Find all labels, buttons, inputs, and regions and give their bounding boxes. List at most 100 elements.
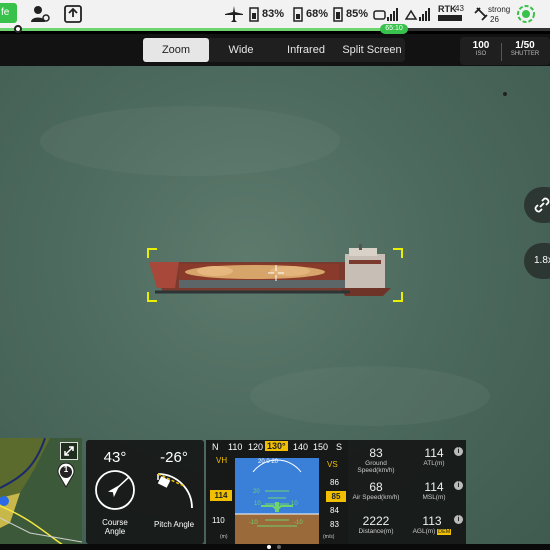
course-angle-label: Course Angle: [102, 518, 128, 536]
tab-wide[interactable]: Wide: [209, 38, 273, 62]
exposure-settings[interactable]: 100 ISO 1/50 SHUTTER: [460, 37, 550, 65]
agl-cell: 113 AGL(m) DEM: [404, 514, 460, 535]
dem-badge: DEM: [437, 529, 452, 535]
atl-info-icon[interactable]: i: [454, 447, 463, 456]
target-box-corner: [393, 248, 403, 258]
map-expand-button[interactable]: [60, 442, 78, 460]
heading-tick-label: N: [212, 442, 219, 452]
water-reflection: [40, 106, 340, 176]
vh-scale-label: 110: [212, 516, 225, 525]
flight-data-panel: 83 Ground Speed(km/h) 114 ATL(m) i 68 Ai…: [348, 440, 466, 544]
heading-tape: N 110 120 130° 140 150 S: [206, 440, 348, 454]
iso-label: ISO: [475, 51, 487, 57]
progress-start-marker: [14, 25, 22, 33]
flight-time: 65:10: [380, 24, 408, 34]
signal-strength-label: strong: [488, 5, 511, 14]
satellite-count: 26: [490, 15, 499, 24]
agl-info-icon[interactable]: i: [454, 515, 463, 524]
pitch-angle-dial-icon: [157, 473, 193, 509]
distance-label: Distance(m): [358, 528, 394, 535]
vs-scale-label: 84: [330, 506, 339, 515]
vs-unit: (m/s): [323, 534, 335, 540]
video-link-signal-icon: [405, 8, 430, 21]
heading-tick-label: 120: [248, 442, 264, 452]
vh-label: VH: [216, 456, 228, 465]
battery-2-percent: 68%: [306, 8, 329, 20]
crosshair-icon: [268, 265, 284, 281]
pitch-angle-label: Pitch Angle: [153, 520, 195, 529]
battery-1-icon: [249, 7, 259, 22]
attitude-indicator: [235, 458, 319, 544]
primary-flight-display: N 110 120 130° 140 150 S VH VS 20 0 20 2…: [206, 440, 348, 544]
shutter-setting[interactable]: 1/50 SHUTTER: [508, 40, 542, 57]
page-dot-active[interactable]: [267, 545, 271, 549]
ladder-label: -10: [294, 520, 303, 526]
tab-zoom[interactable]: Zoom: [143, 38, 209, 62]
page-dot[interactable]: [277, 545, 281, 549]
pitch-angle-value: -26°: [160, 449, 188, 466]
target-box-corner: [393, 292, 403, 302]
tab-split-screen[interactable]: Split Screen: [339, 38, 405, 62]
waypoint-marker-icon[interactable]: 1: [56, 462, 76, 488]
bottom-bar: [0, 544, 550, 550]
attitude-gauges: 43° Course Angle -26° Pitch Angle: [86, 440, 204, 544]
tab-infrared[interactable]: Infrared: [273, 38, 339, 62]
aircraft-icon: [225, 6, 243, 22]
agl-label: AGL(m): [412, 528, 436, 535]
iso-setting[interactable]: 100 ISO: [466, 40, 496, 57]
agl-value: 113: [422, 514, 442, 528]
shutter-value: 1/50: [515, 40, 535, 51]
distant-object: [503, 92, 507, 96]
target-box-corner: [147, 292, 157, 302]
battery-3-percent: 85%: [346, 8, 369, 20]
heading-tick-label: S: [336, 442, 343, 452]
vs-scale-label: 86: [330, 478, 339, 487]
status-bar: fe 83% 68% 85% RTK 43 strong 26: [0, 0, 550, 28]
ground-speed-value: 83: [369, 446, 383, 460]
ladder-label: 10: [254, 501, 261, 507]
air-speed-cell: 68 Air Speed(km/h): [348, 480, 404, 501]
remote-controller-signal-icon: [373, 8, 398, 21]
camera-mode-tabs: Zoom Wide Infrared Split Screen: [143, 38, 405, 62]
waypoint-number: 1: [63, 465, 69, 474]
msl-label: MSL(m): [422, 494, 446, 501]
vh-unit: (m): [220, 534, 228, 540]
atl-label: ATL(m): [423, 460, 445, 467]
pitch-ladder-top: 20 0 20: [258, 459, 279, 465]
heading-tick-label: 110: [228, 442, 243, 452]
export-icon[interactable]: [64, 5, 82, 23]
course-angle-value: 43°: [103, 449, 127, 466]
msl-info-icon[interactable]: i: [454, 481, 463, 490]
ground-speed-cell: 83 Ground Speed(km/h): [348, 446, 404, 474]
target-box-corner: [147, 248, 157, 258]
course-angle-dial-icon: [95, 470, 135, 510]
user-settings-icon[interactable]: [30, 5, 50, 23]
status-left-tab[interactable]: fe: [0, 3, 17, 23]
flight-progress-fill: [0, 28, 407, 31]
divider: [501, 43, 502, 61]
iso-value: 100: [472, 40, 490, 51]
link-icon: [534, 197, 550, 213]
camera-mode-bar: Zoom Wide Infrared Split Screen 100 ISO …: [0, 34, 550, 66]
vs-scale-label: 83: [330, 520, 339, 529]
heading-current: 130°: [265, 441, 288, 451]
ladder-label: 10: [291, 501, 298, 507]
air-speed-label: Air Speed(km/h): [352, 494, 400, 501]
vs-current-value: 85: [326, 491, 346, 502]
shutter-label: SHUTTER: [510, 51, 540, 57]
distance-value: 2222: [362, 514, 390, 528]
rtk-label: RTK: [438, 4, 457, 14]
air-speed-value: 68: [369, 480, 383, 494]
agl-label-row: AGL(m) DEM: [404, 528, 460, 535]
minimap[interactable]: 1: [0, 438, 82, 550]
water-reflection: [250, 366, 490, 426]
flight-progress-bar: [0, 28, 550, 31]
battery-3-icon: [333, 7, 343, 22]
vh-current-value: 114: [210, 490, 232, 501]
satellite-icon: [474, 7, 488, 21]
heading-tick-label: 150: [313, 442, 329, 452]
ground-speed-label: Ground Speed(km/h): [357, 460, 395, 474]
vs-label: VS: [327, 460, 338, 469]
ladder-label: 20: [253, 489, 260, 495]
obstacle-avoidance-icon[interactable]: [516, 4, 536, 24]
